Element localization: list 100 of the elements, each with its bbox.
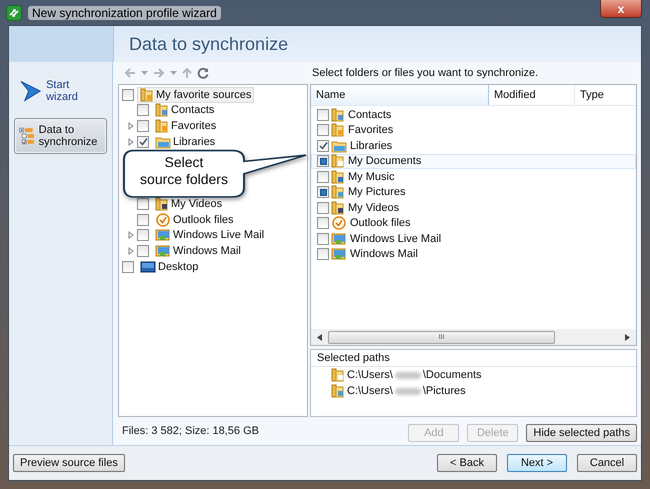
expand-icon[interactable] (128, 231, 134, 240)
dropdown-icon[interactable] (141, 71, 148, 75)
wizard-step[interactable]: Start wizard (14, 74, 107, 108)
clock-icon (155, 212, 171, 227)
list-row[interactable]: Windows Mail (311, 246, 636, 262)
list-row[interactable]: My Videos (311, 200, 636, 216)
arrow-icon (19, 79, 42, 103)
checkbox[interactable] (137, 120, 149, 132)
mail-icon (331, 247, 347, 262)
blurred-text (394, 388, 421, 394)
desktop-icon (140, 260, 156, 274)
path-text: C:\Users\ (347, 385, 393, 397)
preview-button[interactable]: Preview source files (13, 454, 125, 472)
list-row[interactable]: Favorites (311, 122, 636, 138)
library-icon (331, 138, 347, 153)
tree-item[interactable]: Outlook files (152, 212, 237, 228)
instruction-text: Select folders or files you want to synchronize. (311, 66, 540, 81)
wizard-button[interactable]: Next > (507, 454, 567, 472)
file-name: My Pictures (348, 186, 406, 198)
up-arrow-icon[interactable] (182, 68, 192, 78)
wizard-button[interactable]: < Back (437, 454, 497, 472)
checkbox[interactable] (317, 170, 329, 183)
wizard-button[interactable]: Cancel (577, 454, 637, 472)
mail-icon (331, 232, 347, 246)
checkbox[interactable] (317, 140, 329, 152)
path-text: \Pictures (422, 385, 466, 397)
folder-icon (331, 384, 345, 398)
file-name: Windows Live Mail (350, 232, 442, 245)
mail-icon (155, 244, 171, 258)
checkbox[interactable] (317, 155, 329, 168)
window-title: New synchronization profile wizard (28, 6, 221, 20)
folder-icon (331, 108, 345, 122)
wizard-step[interactable]: Data to synchronize (14, 118, 107, 154)
tree-item[interactable]: Windows Mail (152, 242, 244, 259)
tree-item[interactable]: Favorites (152, 118, 220, 134)
file-name: Windows Mail (350, 248, 418, 260)
column-header[interactable]: Type (575, 85, 636, 105)
expand-icon[interactable] (128, 122, 134, 130)
list-row[interactable]: My Music (311, 169, 636, 184)
file-name: Outlook files (350, 217, 411, 230)
list-row[interactable]: My Documents (311, 154, 636, 169)
list-row[interactable]: Windows Live Mail (311, 231, 636, 246)
checkbox[interactable] (317, 202, 329, 214)
close-button[interactable]: x (600, 0, 642, 18)
checkbox[interactable] (317, 124, 329, 136)
checkbox[interactable] (317, 217, 329, 230)
checkbox[interactable] (137, 136, 149, 148)
column-header[interactable]: Name (311, 85, 489, 105)
folder-icon (331, 123, 345, 138)
checkbox[interactable] (137, 198, 149, 210)
panel-title: Selected paths (311, 350, 636, 367)
refresh-icon[interactable] (197, 67, 209, 79)
checkbox[interactable] (317, 108, 329, 121)
checkbox[interactable] (137, 214, 149, 226)
checkbox[interactable] (137, 104, 149, 116)
folder-icon (140, 88, 154, 102)
folder-icon (331, 154, 345, 168)
library-icon (155, 134, 171, 149)
checkbox[interactable] (137, 229, 149, 242)
callout-text: Select source folders (139, 154, 229, 188)
tree-item[interactable]: Contacts (152, 102, 218, 118)
tree-item[interactable]: Windows Live Mail (152, 227, 268, 244)
path-text: C:\Users\ (347, 369, 393, 381)
checkbox[interactable] (317, 186, 329, 198)
folder-icon (331, 170, 345, 184)
tree-item[interactable]: My favorite sources (137, 86, 254, 103)
back-arrow-icon[interactable] (124, 67, 136, 79)
status-text: Files: 3 582; Size: 18,56 GB (121, 424, 260, 437)
scroll-right-icon[interactable] (625, 334, 630, 340)
list-row[interactable]: Libraries (311, 138, 636, 154)
folder-icon (155, 103, 169, 118)
checkbox[interactable] (317, 248, 329, 260)
scroll-left-icon[interactable] (317, 334, 322, 340)
folder-icon (155, 118, 169, 133)
expand-icon[interactable] (128, 138, 134, 146)
page-title: Data to synchronize (129, 34, 288, 54)
expand-icon[interactable] (128, 246, 134, 255)
file-name: Contacts (348, 108, 392, 121)
tree-item[interactable]: My Videos (152, 196, 226, 212)
list-row[interactable]: Contacts (311, 107, 636, 122)
blurred-text (394, 372, 421, 378)
checkbox[interactable] (122, 260, 134, 273)
tree-item[interactable]: Libraries (152, 134, 218, 150)
checkbox[interactable] (122, 88, 134, 101)
list-row[interactable]: Outlook files (311, 216, 636, 231)
file-name: My Documents (348, 155, 422, 168)
mail-icon (155, 228, 171, 242)
clock-icon (331, 216, 347, 230)
forward-arrow-icon[interactable] (153, 67, 165, 79)
tree-item[interactable]: Desktop (137, 258, 202, 275)
checkbox[interactable] (137, 244, 149, 257)
checkbox[interactable] (317, 232, 329, 245)
folder-icon (331, 200, 345, 215)
dropdown-icon[interactable] (170, 71, 177, 75)
list-row[interactable]: My Pictures (311, 184, 636, 200)
column-header[interactable]: Modified (489, 85, 575, 105)
file-name: Favorites (348, 124, 394, 136)
path-button[interactable]: Hide selected paths (526, 424, 637, 442)
folder-icon (331, 368, 345, 382)
file-name: Libraries (350, 140, 392, 152)
